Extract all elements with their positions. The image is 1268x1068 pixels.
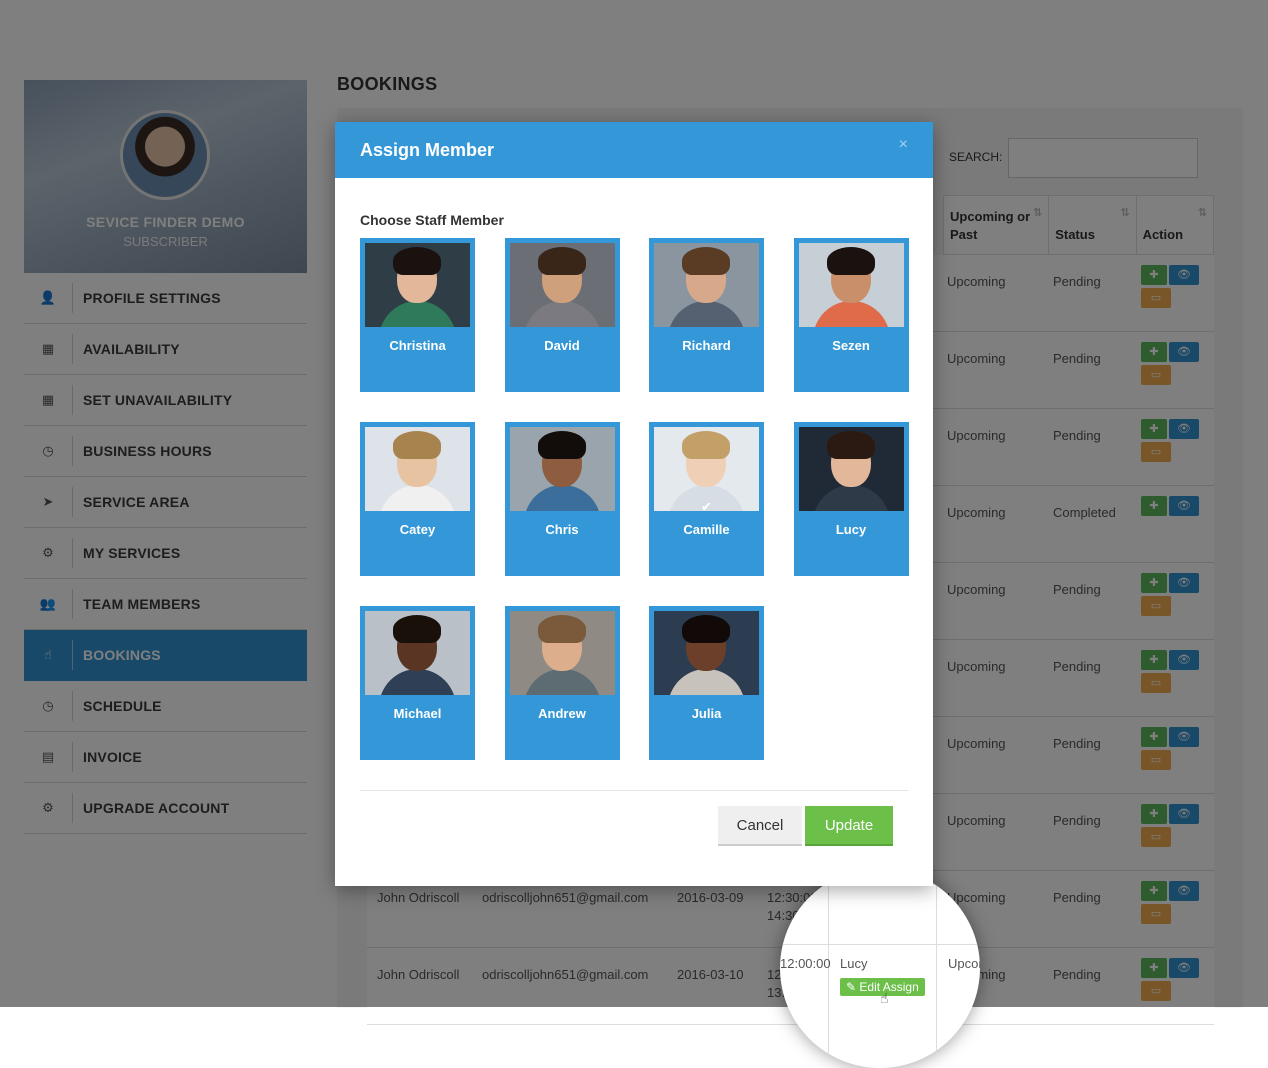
time-cell: 12:00:00 bbox=[780, 956, 831, 971]
staff-card-christina[interactable]: Christina bbox=[360, 238, 475, 392]
staff-photo bbox=[509, 611, 615, 695]
modal-title: Assign Member bbox=[360, 139, 495, 160]
staff-photo bbox=[509, 243, 615, 327]
modal-header: Assign Member × bbox=[335, 122, 933, 178]
close-icon[interactable]: × bbox=[899, 136, 908, 154]
staff-card-michael[interactable]: Michael bbox=[360, 606, 475, 760]
staff-card-chris[interactable]: Chris bbox=[504, 422, 620, 576]
staff-photo bbox=[365, 427, 470, 511]
staff-card-julia[interactable]: Julia bbox=[649, 606, 764, 760]
staff-name: Lucy bbox=[835, 522, 867, 537]
staff-name: Sezen bbox=[832, 338, 870, 353]
staff-card-sezen[interactable]: Sezen bbox=[793, 238, 909, 392]
cancel-button[interactable]: Cancel bbox=[718, 806, 802, 846]
staff-name: David bbox=[544, 338, 580, 353]
staff-photo bbox=[654, 243, 759, 327]
divider bbox=[936, 868, 937, 1068]
check-icon: ✔ bbox=[701, 499, 712, 514]
staff-name: Chris bbox=[545, 522, 579, 537]
staff-card-lucy[interactable]: Lucy bbox=[793, 422, 909, 576]
staff-name: Camille bbox=[683, 522, 730, 537]
assign-member-modal: Assign Member × Choose Staff Member Chri… bbox=[335, 122, 933, 886]
magnifier-highlight: Lucy ✎ Edit Assign 12:00:00 Upcoming ☝ bbox=[780, 868, 980, 1068]
staff-card-david[interactable]: David bbox=[504, 238, 620, 392]
staff-card-camille[interactable]: ✔ Camille bbox=[649, 422, 764, 576]
cursor-icon: ☝ bbox=[880, 990, 889, 1006]
staff-photo bbox=[365, 611, 470, 695]
assigned-member: Lucy bbox=[840, 956, 868, 971]
staff-photo bbox=[365, 243, 470, 327]
staff-name: Richard bbox=[682, 338, 731, 353]
staff-name: Julia bbox=[691, 706, 722, 721]
staff-photo bbox=[509, 427, 615, 511]
staff-grid: Christina David Richard Sezen Catey Chris ✔ Cam… bbox=[360, 238, 909, 768]
upcoming-cell: Upcoming bbox=[948, 956, 980, 971]
divider bbox=[360, 790, 908, 791]
staff-name: Andrew bbox=[538, 706, 586, 721]
staff-card-andrew[interactable]: Andrew bbox=[504, 606, 620, 760]
divider bbox=[780, 944, 980, 945]
staff-photo bbox=[798, 243, 904, 327]
staff-photo bbox=[798, 427, 904, 511]
staff-card-catey[interactable]: Catey bbox=[360, 422, 475, 576]
update-button[interactable]: Update bbox=[805, 806, 893, 846]
staff-photo bbox=[654, 611, 759, 695]
staff-name: Catey bbox=[399, 522, 436, 537]
staff-name: Christina bbox=[389, 338, 446, 353]
staff-name: Michael bbox=[393, 706, 442, 721]
staff-card-richard[interactable]: Richard bbox=[649, 238, 764, 392]
modal-subtitle: Choose Staff Member bbox=[360, 212, 504, 228]
